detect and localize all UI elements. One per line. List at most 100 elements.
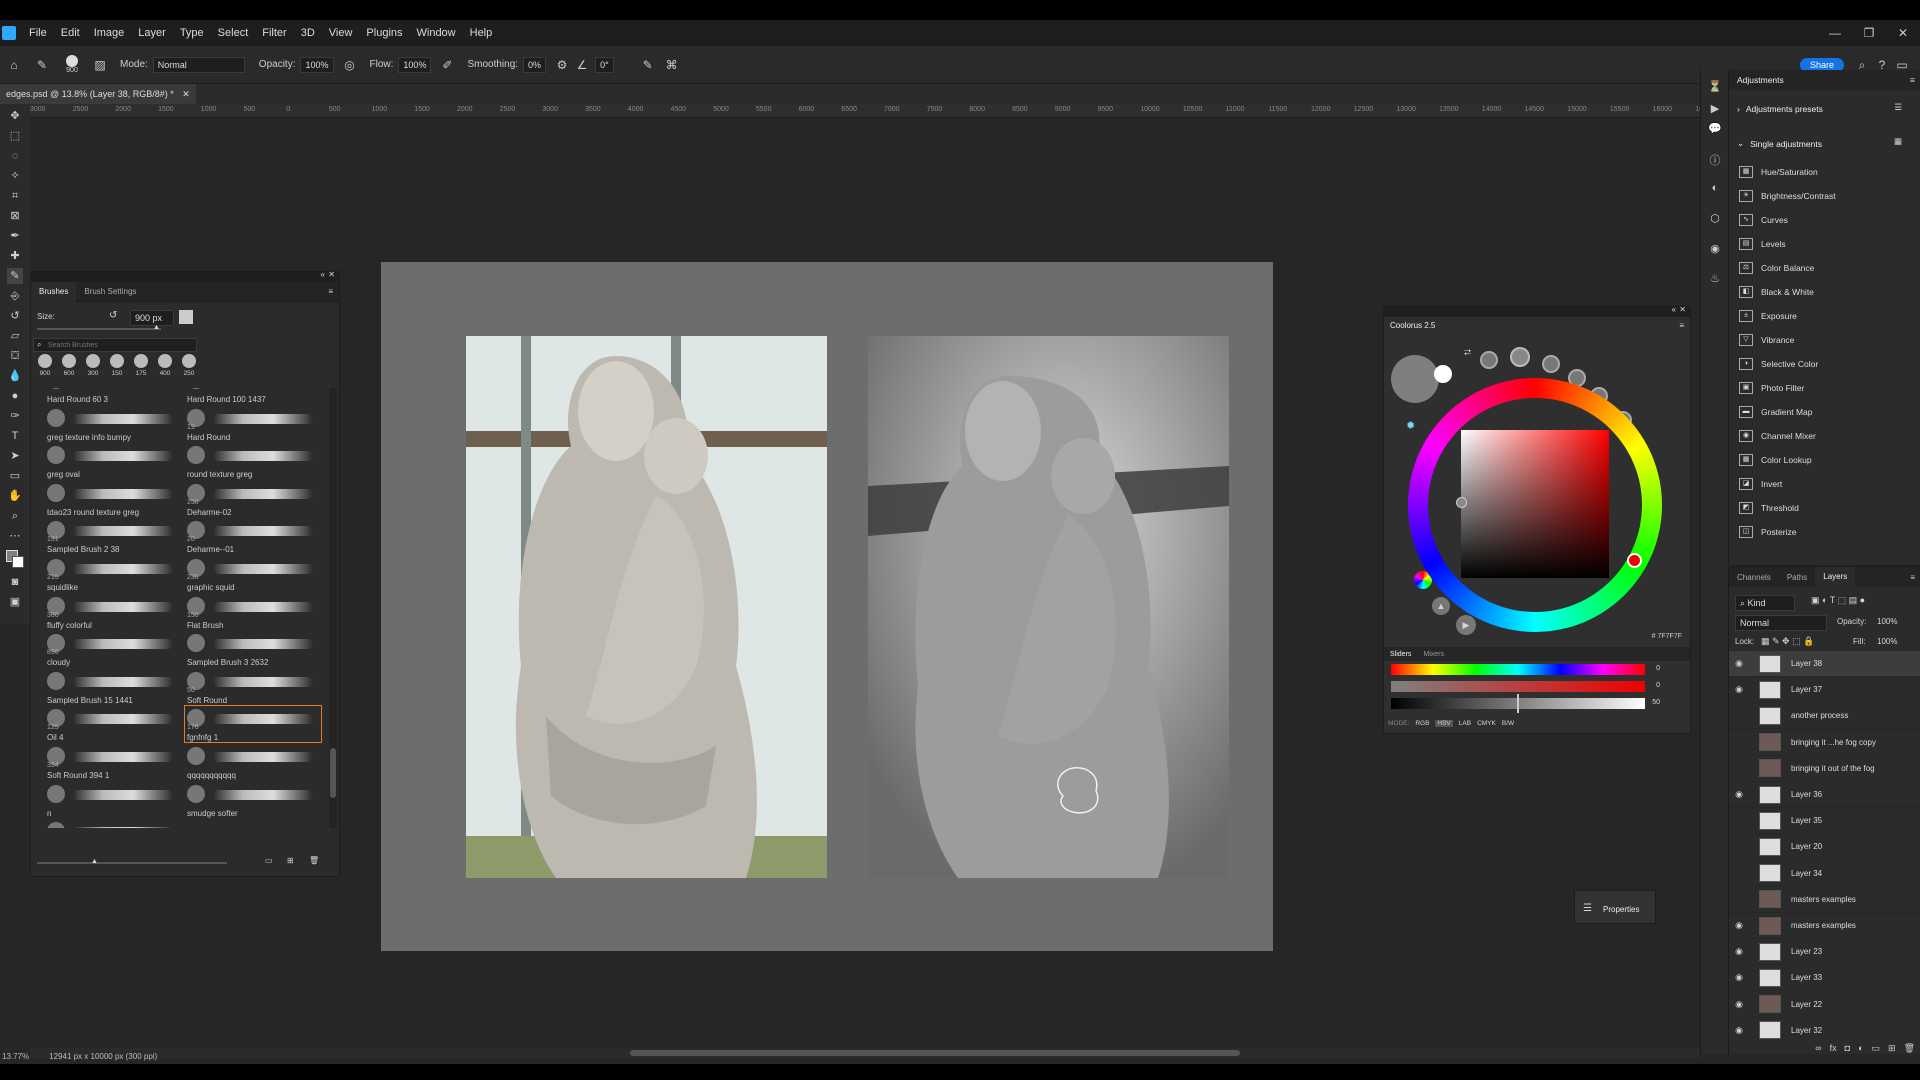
sun-icon[interactable]: ✹ [1406,419,1415,432]
menu-filter[interactable]: Filter [255,27,293,39]
restore-icon[interactable]: ❐ [1852,26,1886,40]
actions-icon[interactable]: ▶ [1707,102,1723,118]
hand-tool-icon[interactable]: ✋ [7,488,23,504]
smoothing-gear-icon[interactable]: ⚙ [554,57,570,73]
brush-item[interactable]: 896 cloudy [45,631,181,667]
brush-item[interactable]: 236 graphic squid [185,556,321,592]
opacity-field[interactable]: 100% [300,56,334,73]
lock-icons[interactable]: ▦ ✎ ✥ ⬚ 🔒 [1761,636,1814,647]
brush-item[interactable]: Hard Round 60 3 [45,388,181,404]
new-layer-icon[interactable]: ⊞ [1888,1043,1896,1055]
brush-item[interactable]: round texture greg [185,443,321,479]
hex-readout[interactable]: # 7F7F7F [1652,633,1682,640]
brush-tool-icon[interactable]: ✎ [34,57,50,73]
add-mask-icon[interactable]: ◘ [1845,1043,1850,1055]
visibility-eye-icon[interactable]: ◉ [1729,946,1749,957]
preset-size-3[interactable]: 150 [107,354,127,382]
visibility-eye-icon[interactable]: ◉ [1729,1025,1749,1036]
menu-edit[interactable]: Edit [54,27,87,39]
sv-picker-handle[interactable] [1456,497,1467,508]
layer-row[interactable]: ◉ Layer 33 [1729,965,1920,992]
link-layers-icon[interactable]: ∞ [1815,1043,1821,1055]
adjustment-item[interactable]: ◑ Selective Color [1739,354,1818,374]
history-brush-icon[interactable]: ↺ [7,308,23,324]
visibility-eye-icon[interactable]: ◉ [1729,658,1749,669]
menu-view[interactable]: View [322,27,360,39]
home-icon[interactable]: ⌂ [6,57,22,73]
collapse-panel-icon[interactable]: « [321,270,325,279]
adjustment-item[interactable]: ⚖ Color Balance [1739,258,1814,278]
slider-value-1[interactable]: 0 [1656,665,1660,672]
comments-icon[interactable]: 💬 [1707,122,1723,138]
adjustment-item[interactable]: ▽ Vibrance [1739,330,1794,350]
layer-row[interactable]: Layer 34 [1729,861,1920,887]
brush-preset-picker[interactable]: 900 [66,55,78,74]
brush-search[interactable]: ⌕ [33,338,197,352]
tab-layers[interactable]: Layers [1815,567,1856,587]
menu-help[interactable]: Help [463,27,500,39]
visibility-eye-icon[interactable]: ◉ [1729,972,1749,983]
layer-row[interactable]: masters examples [1729,887,1920,913]
adjustment-item[interactable]: ▦ Hue/Saturation [1739,162,1818,182]
eraser-icon[interactable]: ▱ [7,328,23,344]
mode-dropdown[interactable]: Normal [152,56,245,73]
visibility-eye-icon[interactable]: ◉ [1729,999,1749,1010]
brush-item[interactable]: qqqqqqqqqqq [185,744,321,780]
smoothing-field[interactable]: 0% [523,56,547,73]
adjustment-item[interactable]: ◩ Threshold [1739,498,1799,518]
preset-size-0[interactable]: 900 [35,354,55,382]
color-icon[interactable]: ◐ [1707,182,1723,198]
fill-value[interactable]: 100% [1877,637,1897,646]
quick-mask-icon[interactable]: ◙ [7,574,23,590]
pressure-opacity-icon[interactable]: ◎ [342,57,358,73]
magic-wand-icon[interactable]: ✧ [7,168,23,184]
saturation-slider[interactable] [1391,681,1645,692]
filter-icons[interactable]: ▣ ◐ T ⬚ ▤ ● [1811,595,1865,606]
eyedropper-icon[interactable]: ✒ [7,228,23,244]
brush-settings-toggle-icon[interactable]: ▨ [92,57,108,73]
layer-row[interactable]: ◉ Layer 23 [1729,939,1920,966]
adjustment-item[interactable]: ∿ Curves [1739,210,1788,230]
blur-tool-icon[interactable]: 💧 [7,368,23,384]
delete-layer-icon[interactable]: 🗑 [1904,1043,1915,1055]
adjustment-item[interactable]: ◉ Channel Mixer [1739,426,1816,446]
symmetry-icon[interactable]: ⌘ [664,57,680,73]
adjustments-presets-row[interactable]: › Adjustments presets [1737,104,1823,114]
brush-item[interactable]: 394 Soft Round 394 1 [45,744,181,780]
brush-list-scroll-thumb[interactable] [330,748,336,798]
brush-item[interactable]: tdao23 round texture greg [45,481,181,517]
brushes-panel-header[interactable]: « ✕ [31,270,339,282]
brush-item[interactable]: 380 fluffy colorful [45,594,181,630]
frame-tool-icon[interactable]: ⊠ [7,208,23,224]
brush-item[interactable]: greg texture info bumpy [45,406,181,442]
mode-bw[interactable]: B/W [1502,720,1514,727]
layer-row[interactable]: ◉ masters examples [1729,913,1920,939]
adjustment-item[interactable]: ◪ Invert [1739,474,1782,494]
thumbnail-size-slider[interactable]: ▲ [37,858,227,865]
create-brush-icon[interactable]: ⊞ [287,856,294,865]
preset-size-5[interactable]: 400 [155,354,175,382]
gamut-mask-3-icon[interactable] [1542,355,1560,373]
brush-item[interactable]: smudge softer [185,782,321,818]
zoom-readout[interactable]: 13.77% [2,1052,29,1061]
brush-item[interactable]: 20 Deharme--01 [185,518,321,554]
dodge-tool-icon[interactable]: ● [7,388,23,404]
hue-slider[interactable] [1391,664,1645,675]
adjustments-title[interactable]: Adjustments [1737,75,1784,85]
brush-item[interactable]: Sampled Brush 3 2632 [185,631,321,667]
properties-panel-collapsed[interactable]: ☰ Properties [1574,890,1656,924]
swatches-icon[interactable]: ◉ [1707,242,1723,258]
info-icon[interactable]: ⓘ [1707,152,1723,168]
clone-stamp-icon[interactable]: ⎆ [7,288,23,304]
menu-window[interactable]: Window [410,27,463,39]
kind-filter[interactable]: ⌕ Kind [1735,595,1795,611]
brush-tool-selected-icon[interactable]: ✎ [7,268,23,284]
brush-item[interactable]: greg oval [45,443,181,479]
adjustment-item[interactable]: ◫ Posterize [1739,522,1796,542]
3d-icon[interactable]: ⬡ [1707,212,1723,228]
brush-item[interactable]: Hard Round 100 1437 [185,388,321,404]
brush-item[interactable]: n [45,782,181,818]
tab-sliders[interactable]: Sliders [1384,651,1417,658]
coolorus-close-icon[interactable]: ✕ [1679,305,1686,314]
layer-row[interactable]: ◉ Layer 36 [1729,782,1920,808]
